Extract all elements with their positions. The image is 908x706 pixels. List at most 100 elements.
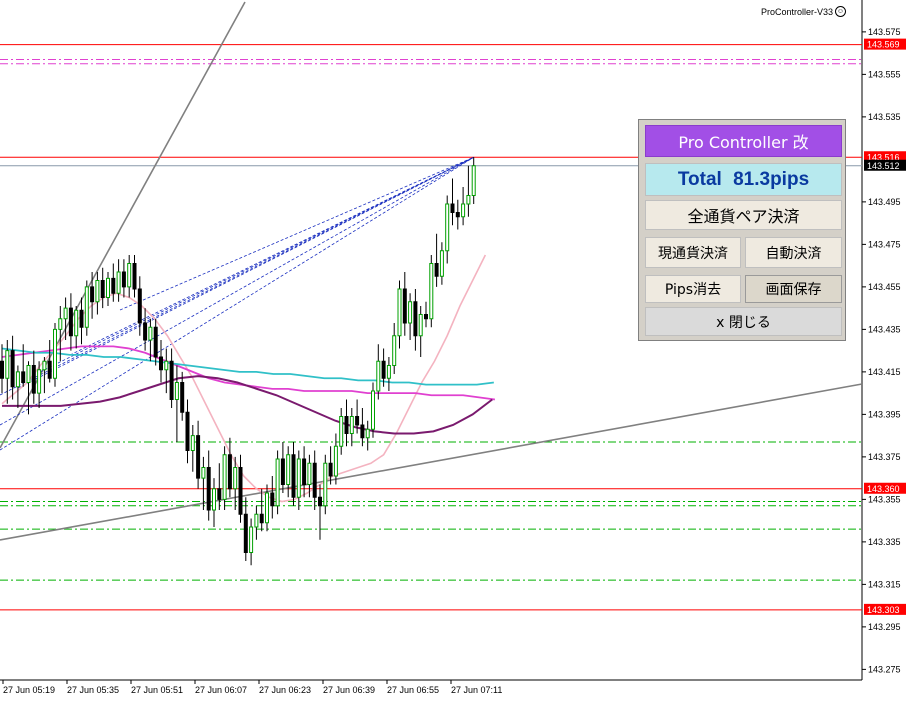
candle-body-43	[227, 454, 232, 490]
candle-body-14	[74, 309, 79, 337]
x-tick-label-4: 27 Jun 06:23	[259, 685, 311, 695]
candle-body-36	[190, 435, 195, 451]
y-tick-label-13: 143.295	[868, 622, 901, 632]
candle-body-73	[386, 365, 391, 379]
candle-body-7	[37, 369, 42, 394]
y-tick-label-2: 143.535	[868, 112, 901, 122]
candle-body-84	[445, 203, 450, 252]
candle-body-48	[254, 513, 259, 528]
save-screen-button[interactable]: 画面保存	[745, 275, 842, 303]
candle-body-62	[328, 462, 333, 477]
clear-pips-button[interactable]: Pips消去	[645, 275, 741, 303]
candle-body-23	[121, 271, 126, 288]
x-tick-label-6: 27 Jun 06:55	[387, 685, 439, 695]
y-tick-label-10: 143.355	[868, 494, 901, 504]
candle-body-66	[349, 416, 354, 434]
x-tick-label-7: 27 Jun 07:11	[451, 685, 502, 695]
y-tick-label-3: 143.495	[868, 197, 901, 207]
candle-body-44	[233, 467, 238, 490]
indicator-name: ProController-V33	[760, 6, 833, 17]
price-label-2: 143.512	[867, 161, 900, 171]
candle-body-61	[323, 462, 328, 507]
candle-body-77	[408, 301, 413, 324]
candle-body-12	[63, 307, 68, 320]
candle-body-75	[397, 288, 402, 337]
candle-body-24	[127, 263, 132, 288]
candle-body-1	[5, 350, 10, 379]
candle-body-49	[259, 513, 264, 524]
candle-body-89	[471, 165, 476, 196]
chart-canvas[interactable]: 143.575 143.555 143.535 143.495 143.475 143.4…	[0, 0, 908, 701]
candle-body-38	[201, 467, 206, 479]
candle-body-58	[307, 462, 312, 485]
candle-body-72	[381, 360, 386, 379]
candle-body-15	[79, 309, 84, 328]
close-current-pair-button[interactable]: 現通貨決済	[645, 237, 741, 268]
candle-body-65	[344, 416, 349, 434]
x-tick-label-3: 27 Jun 06:07	[195, 685, 247, 695]
x-tick-label-2: 27 Jun 05:51	[131, 685, 183, 695]
smiley-icon: ☺	[835, 6, 846, 17]
candle-body-68	[360, 424, 365, 439]
candle-body-39	[206, 467, 211, 511]
candle-body-34	[180, 382, 185, 413]
y-tick-label-0: 143.575	[868, 27, 901, 37]
price-label-4: 143.303	[867, 605, 900, 615]
candle-body-33	[174, 382, 179, 400]
candle-body-78	[413, 301, 418, 337]
y-tick-label-14: 143.275	[868, 664, 901, 674]
candle-body-26	[137, 288, 142, 324]
candle-body-82	[434, 263, 439, 277]
y-tick-label-5: 143.455	[868, 282, 901, 292]
indicator-label: ProController-V33 ☺	[761, 6, 846, 17]
auto-close-button[interactable]: 自動決済	[745, 237, 842, 268]
total-pips-display: Total 81.3pips	[645, 163, 842, 196]
candle-body-30	[159, 356, 163, 371]
candle-body-55	[291, 454, 296, 498]
candle-body-37	[196, 435, 201, 479]
y-tick-label-8: 143.395	[868, 409, 901, 419]
candle-body-71	[376, 360, 381, 392]
x-tick-label-5: 27 Jun 06:39	[323, 685, 375, 695]
candle-body-83	[439, 250, 444, 277]
candle-body-85	[450, 203, 455, 213]
candle-body-35	[185, 411, 190, 451]
candle-body-32	[169, 360, 174, 400]
candle-body-79	[418, 314, 423, 337]
close-panel-button[interactable]: x 閉じる	[645, 307, 842, 336]
close-all-pairs-button[interactable]: 全通貨ペア決済	[645, 200, 842, 230]
candle-body-70	[371, 390, 375, 430]
panel-title: Pro Controller 改	[645, 125, 842, 157]
y-tick-label-4: 143.475	[868, 239, 901, 249]
y-tick-label-12: 143.315	[868, 579, 901, 589]
candle-body-9	[47, 360, 52, 379]
candle-body-69	[365, 428, 370, 439]
candle-body-16	[84, 286, 89, 328]
candle-body-13	[68, 307, 73, 337]
candle-body-40	[212, 488, 216, 511]
x-tick-label-1: 27 Jun 05:35	[67, 685, 119, 695]
candle-body-18	[95, 280, 100, 303]
candle-body-80	[424, 314, 428, 320]
candle-body-74	[392, 335, 397, 366]
candle-body-46	[243, 513, 248, 553]
candle-body-20	[106, 277, 110, 298]
candle-body-64	[339, 416, 344, 447]
x-tick-label-0: 27 Jun 05:19	[3, 685, 55, 695]
price-chart[interactable]: 143.575 143.555 143.535 143.495 143.475 143.4…	[0, 0, 908, 701]
candle-body-10	[53, 328, 57, 379]
candle-body-45	[238, 467, 243, 515]
candle-body-47	[249, 526, 254, 553]
candle-body-4	[21, 371, 26, 383]
candle-body-57	[302, 458, 307, 485]
candle-body-6	[31, 365, 36, 394]
candle-body-19	[100, 280, 105, 298]
candle-body-54	[286, 454, 291, 485]
candle-body-59	[312, 462, 317, 498]
candle-body-56	[296, 458, 301, 498]
candle-body-63	[333, 445, 338, 477]
candle-body-5	[26, 365, 31, 383]
candle-body-29	[153, 326, 158, 358]
candle-body-2	[10, 350, 15, 388]
candle-body-0	[0, 360, 4, 379]
